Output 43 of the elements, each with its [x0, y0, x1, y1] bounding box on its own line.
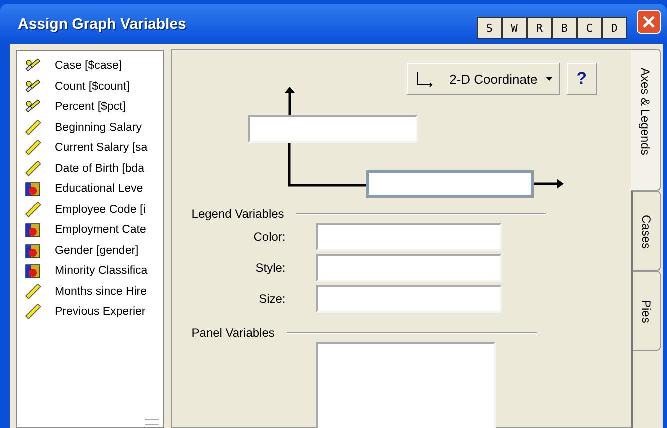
section-heading: Legend Variables: [192, 207, 284, 221]
variable-item[interactable]: Date of Birth [bda: [25, 158, 163, 179]
toolbar-button[interactable]: W: [502, 17, 527, 39]
legend-field[interactable]: [316, 254, 502, 282]
chart-type-dropdown[interactable]: 2-D Coordinate: [406, 63, 560, 95]
toolbar-button[interactable]: B: [552, 17, 577, 39]
variable-item[interactable]: Employment Cate: [25, 220, 163, 240]
variable-item[interactable]: Case [$case]: [25, 56, 163, 76]
variable-item[interactable]: Employee Code [i: [25, 200, 163, 220]
legend-field[interactable]: [316, 285, 502, 313]
help-button[interactable]: ?: [566, 63, 597, 95]
variable-item[interactable]: Count [$count]: [25, 76, 163, 97]
toolbar-button[interactable]: R: [527, 17, 552, 39]
field-label: Size:: [258, 292, 286, 306]
legend-field[interactable]: [316, 223, 502, 251]
variable-item[interactable]: Percent [$pct]: [25, 97, 163, 118]
axes-icon: [416, 71, 434, 87]
x-axis-field[interactable]: [366, 171, 533, 197]
y-axis-arrow: [284, 87, 295, 116]
variable-item[interactable]: Beginning Salary: [25, 118, 163, 138]
variable-item[interactable]: Current Salary [sa: [25, 138, 163, 158]
x-axis-arrow: [534, 179, 564, 189]
y-axis-field[interactable]: [248, 115, 418, 143]
variable-item[interactable]: Educational Leve: [25, 179, 163, 200]
field-label: Style:: [254, 261, 286, 275]
toolbar-button[interactable]: D: [602, 17, 627, 39]
caret-icon: [546, 77, 553, 81]
close-icon: [642, 15, 656, 29]
variable-item[interactable]: Minority Classifica: [25, 261, 163, 282]
panel-variables-field[interactable]: [316, 342, 496, 428]
vertical-tab[interactable]: Cases: [633, 191, 662, 271]
window-title: Assign Graph Variables: [18, 16, 188, 32]
resize-grip[interactable]: [145, 419, 159, 425]
vertical-tab[interactable]: Axes & Legends: [631, 49, 662, 191]
variable-item[interactable]: Months since Hire: [25, 282, 163, 302]
close-button[interactable]: [637, 10, 661, 34]
toolbar-button[interactable]: S: [477, 17, 502, 39]
toolbar-button[interactable]: C: [577, 17, 602, 39]
variable-item[interactable]: Previous Experier: [25, 302, 163, 322]
variable-item[interactable]: Gender [gender]: [25, 240, 163, 261]
section-heading: Panel Variables: [192, 326, 275, 340]
field-label: Color:: [252, 230, 286, 244]
vertical-tab[interactable]: Pies: [633, 271, 662, 351]
